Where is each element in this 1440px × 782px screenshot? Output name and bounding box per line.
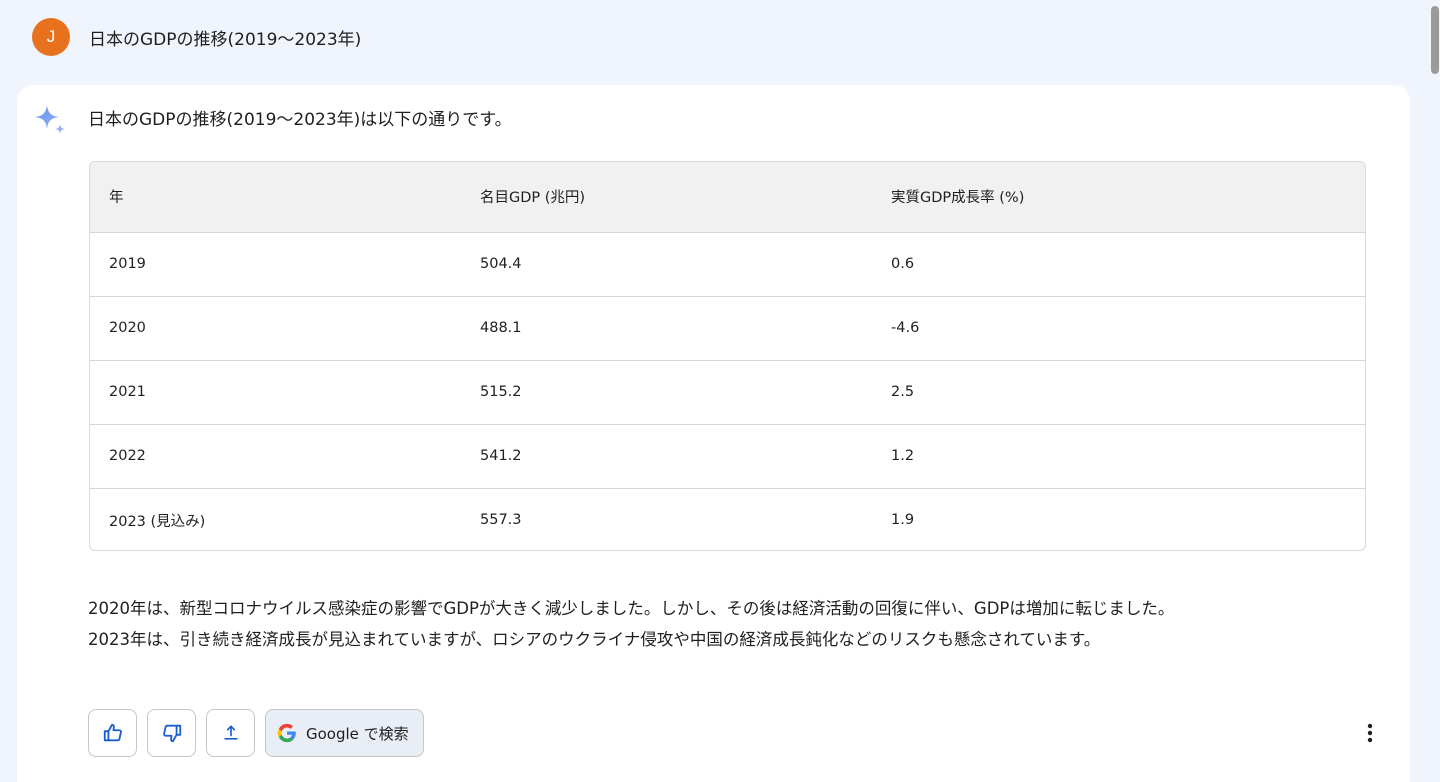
cell-nominal-gdp: 488.1: [480, 320, 522, 336]
cell-growth: 1.9: [891, 512, 915, 529]
avatar[interactable]: J: [32, 18, 70, 56]
more-options-button[interactable]: [1358, 717, 1382, 749]
cell-nominal-gdp: 504.4: [480, 256, 522, 272]
thumbs-down-button[interactable]: [147, 709, 196, 757]
response-intro: 日本のGDPの推移(2019～2023年)は以下の通りです。: [88, 110, 512, 130]
prompt-text: 日本のGDPの推移(2019～2023年): [89, 29, 362, 50]
response-card: 日本のGDPの推移(2019～2023年)は以下の通りです。 年 名目GDP (…: [17, 85, 1410, 782]
cell-growth: -4.6: [891, 320, 920, 336]
google-g-icon: [277, 723, 296, 743]
header-year: 年: [109, 190, 124, 207]
thumbs-up-icon: [103, 723, 122, 742]
google-search-button[interactable]: Google で検索: [265, 709, 424, 757]
header-real-growth: 実質GDP成長率 (%): [891, 190, 1025, 207]
response-summary: 2020年は、新型コロナウイルス感染症の影響でGDPが大きく減少しました。しかし…: [88, 593, 1388, 655]
summary-line: 2020年は、新型コロナウイルス感染症の影響でGDPが大きく減少しました。しかし…: [88, 599, 1175, 618]
cell-year: 2023 (見込み): [109, 513, 206, 530]
cell-nominal-gdp: 557.3: [480, 512, 522, 529]
summary-line: 2023年は、引き続き経済成長が見込まれていますが、ロシアのウクライナ侵攻や中国…: [88, 630, 1101, 649]
scrollbar-track[interactable]: [1430, 0, 1440, 782]
google-search-label: Google で検索: [306, 724, 409, 743]
cell-year: 2021: [109, 384, 146, 400]
cell-growth: 0.6: [891, 256, 915, 272]
table-row: 2023 (見込み) 557.3 1.9: [90, 488, 1365, 550]
more-vert-icon: [1367, 723, 1373, 743]
table-row: 2020 488.1 -4.6: [90, 296, 1365, 360]
response-actions: Google で検索: [88, 709, 424, 757]
gdp-table: 年 名目GDP (兆円) 実質GDP成長率 (%) 2019 504.4 0.6…: [89, 161, 1366, 551]
cell-nominal-gdp: 515.2: [480, 384, 522, 400]
table-row: 2019 504.4 0.6: [90, 232, 1365, 296]
user-prompt: J 日本のGDPの推移(2019～2023年): [32, 18, 361, 56]
table-row: 2021 515.2 2.5: [90, 360, 1365, 424]
chat-page: J 日本のGDPの推移(2019～2023年) 日本のGDPの推移(2019～2…: [0, 0, 1440, 782]
header-nominal-gdp: 名目GDP (兆円): [480, 190, 586, 207]
cell-year: 2020: [109, 320, 146, 336]
table-header-row: 年 名目GDP (兆円) 実質GDP成長率 (%): [90, 162, 1365, 232]
share-button[interactable]: [206, 709, 255, 757]
table-row: 2022 541.2 1.2: [90, 424, 1365, 488]
thumbs-up-button[interactable]: [88, 709, 137, 757]
scrollbar-thumb[interactable]: [1431, 6, 1439, 74]
cell-year: 2019: [109, 256, 146, 272]
thumbs-down-icon: [162, 724, 181, 743]
cell-growth: 1.2: [891, 448, 915, 464]
share-icon: [223, 725, 238, 740]
cell-growth: 2.5: [891, 384, 915, 400]
gemini-sparkle-icon: [35, 105, 65, 134]
cell-nominal-gdp: 541.2: [480, 448, 522, 464]
cell-year: 2022: [109, 448, 146, 464]
